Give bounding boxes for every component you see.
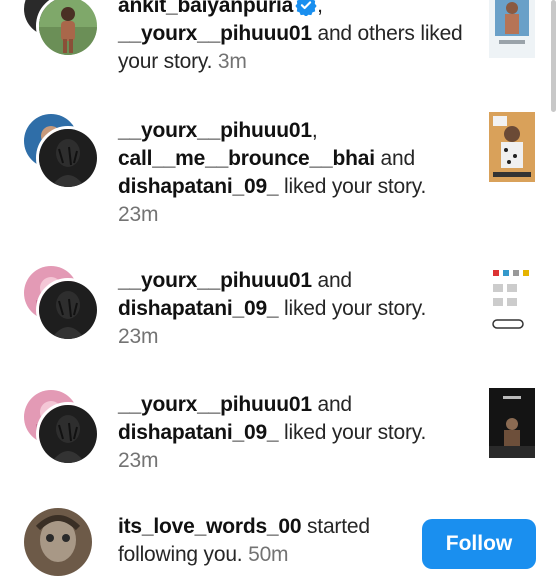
notification-message: liked your story. (278, 175, 427, 198)
notification-text: ankit_baiyanpuria, __yourx__pihuuu01 and… (118, 0, 473, 76)
separator: and (311, 393, 352, 416)
avatar (36, 402, 100, 466)
avatar (36, 278, 100, 342)
separator: , (311, 119, 318, 142)
avatar (36, 126, 100, 190)
story-thumbnail[interactable] (489, 112, 535, 182)
notification-item[interactable]: __yourx__pihuuu01 and dishapatani_09_ li… (0, 260, 560, 370)
username[interactable]: dishapatani_09_ (118, 297, 279, 320)
avatar-stack[interactable] (24, 508, 96, 580)
timestamp: 50m (248, 543, 289, 566)
avatar (36, 0, 100, 58)
avatar-stack[interactable] (24, 390, 100, 466)
scrollbar[interactable] (551, 0, 556, 112)
avatar-stack[interactable] (24, 0, 100, 58)
verified-badge-icon (295, 0, 317, 16)
username[interactable]: its_love_words_00 (118, 515, 302, 538)
username[interactable]: __yourx__pihuuu01 (118, 393, 312, 416)
notification-text: __yourx__pihuuu01 and dishapatani_09_ li… (118, 391, 473, 475)
avatar (24, 508, 92, 576)
notification-text: its_love_words_00 started following you.… (118, 513, 408, 569)
notification-item[interactable]: __yourx__pihuuu01 and dishapatani_09_ li… (0, 384, 560, 494)
timestamp: 23m (118, 203, 159, 226)
notification-text: __yourx__pihuuu01, call__me__brounce__bh… (118, 117, 473, 229)
username[interactable]: ankit_baiyanpuria (118, 0, 293, 17)
activity-feed: ankit_baiyanpuria, __yourx__pihuuu01 and… (0, 0, 560, 576)
story-thumbnail[interactable] (489, 388, 535, 458)
notification-text: __yourx__pihuuu01 and dishapatani_09_ li… (118, 267, 473, 351)
story-thumbnail[interactable] (489, 264, 535, 334)
separator: and (311, 269, 352, 292)
avatar-stack[interactable] (24, 266, 100, 342)
avatar-stack[interactable] (24, 114, 100, 190)
username[interactable]: __yourx__pihuuu01 (118, 22, 312, 45)
story-thumbnail[interactable] (489, 0, 535, 58)
timestamp: 23m (118, 449, 159, 472)
timestamp: 3m (217, 50, 247, 73)
separator: , (317, 0, 323, 17)
follow-button[interactable]: Follow (422, 519, 536, 569)
username[interactable]: __yourx__pihuuu01 (118, 269, 312, 292)
notification-item[interactable]: __yourx__pihuuu01, call__me__brounce__bh… (0, 110, 560, 230)
notification-message: liked your story. (278, 297, 427, 320)
username[interactable]: dishapatani_09_ (118, 175, 279, 198)
username[interactable]: call__me__brounce__bhai (118, 147, 375, 170)
separator: and (374, 147, 416, 170)
notification-item[interactable]: ankit_baiyanpuria, __yourx__pihuuu01 and… (0, 0, 560, 100)
notification-message: liked your story. (278, 421, 427, 444)
timestamp: 23m (118, 325, 159, 348)
username[interactable]: __yourx__pihuuu01 (118, 119, 312, 142)
username[interactable]: dishapatani_09_ (118, 421, 279, 444)
